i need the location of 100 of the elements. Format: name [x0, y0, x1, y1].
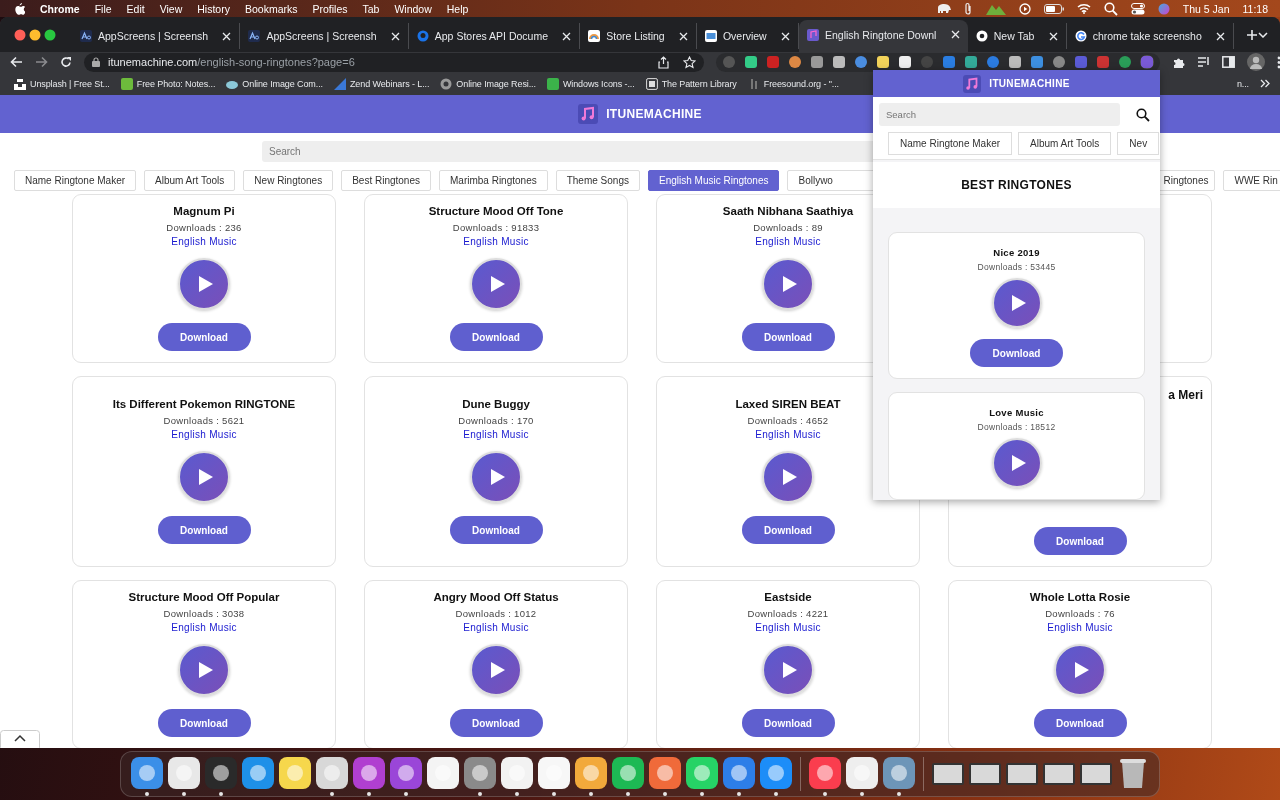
search-field[interactable]: Search	[879, 103, 1120, 126]
play-button[interactable]	[1054, 644, 1106, 696]
bookmark-item[interactable]: n...	[1236, 78, 1249, 89]
app-icon[interactable]	[241, 756, 275, 790]
download-button[interactable]: Download	[449, 323, 543, 351]
site-logo[interactable]: ITUNEMACHINE	[606, 107, 702, 121]
extension-icon[interactable]	[876, 55, 890, 69]
browser-tab[interactable]: Store Listing	[580, 23, 697, 49]
date-text[interactable]: Thu 5 Jan	[1182, 2, 1230, 15]
window-control-icon[interactable]	[29, 28, 41, 41]
elephant-icon[interactable]	[935, 2, 952, 15]
address-bar[interactable]: itunemachine.com/english-song-ringtones?page=6	[84, 52, 704, 72]
nav-button[interactable]: Album Art Tools	[1018, 132, 1112, 155]
close-icon[interactable]	[390, 31, 400, 41]
category-link[interactable]: English Music	[755, 236, 821, 247]
side-panel-icon[interactable]	[1222, 56, 1235, 68]
bookmark-item[interactable]: Online Image Resi...	[440, 77, 536, 90]
menu-item[interactable]: View	[159, 2, 183, 15]
download-button[interactable]: Download	[1033, 527, 1127, 555]
category-link[interactable]: English Music	[755, 429, 821, 440]
browser-tab[interactable]: chrome take screensho	[1066, 23, 1235, 49]
play-button[interactable]	[762, 258, 814, 310]
reload-icon[interactable]	[60, 56, 72, 68]
control-center-icon[interactable]	[1130, 2, 1145, 15]
nav-button[interactable]: Marimba Ringtones	[439, 170, 548, 191]
browser-tab[interactable]: Overview	[696, 23, 799, 49]
back-icon[interactable]	[10, 56, 23, 68]
play-circle-icon[interactable]	[1018, 2, 1031, 15]
window-control-icon[interactable]	[14, 28, 26, 41]
app-icon[interactable]	[808, 756, 842, 790]
app-icon[interactable]	[426, 756, 460, 790]
more-bookmarks-icon[interactable]	[1260, 79, 1270, 88]
bookmark-item[interactable]: Freesound.org - "...	[747, 77, 839, 90]
download-button[interactable]: Download	[1033, 709, 1127, 737]
app-icon[interactable]	[722, 756, 756, 790]
browser-tab[interactable]: AppScreens | Screensh	[72, 23, 241, 49]
menu-item[interactable]: File	[94, 2, 112, 15]
app-icon[interactable]	[278, 756, 312, 790]
play-button[interactable]	[470, 451, 522, 503]
category-link[interactable]: English Music	[463, 622, 529, 633]
nav-button[interactable]: Name Ringtone Maker	[888, 132, 1013, 155]
wifi-icon[interactable]	[1076, 3, 1091, 14]
extension-icon[interactable]	[788, 55, 802, 69]
app-icon[interactable]	[845, 756, 879, 790]
app-icon[interactable]	[759, 756, 793, 790]
nav-button[interactable]: Nev	[1117, 132, 1160, 155]
close-icon[interactable]	[222, 31, 232, 41]
browser-tab[interactable]: AppScreens | Screensh	[240, 23, 409, 49]
app-icon[interactable]	[130, 756, 164, 790]
download-button[interactable]: Download	[741, 323, 835, 351]
close-icon[interactable]	[1048, 31, 1058, 41]
extension-icon[interactable]	[898, 55, 912, 69]
extension-icon[interactable]	[832, 55, 846, 69]
chevron-down-icon[interactable]	[1258, 31, 1269, 38]
close-icon[interactable]	[950, 30, 960, 39]
download-button[interactable]: Download	[157, 709, 251, 737]
time-text[interactable]: 11:18	[1242, 2, 1268, 15]
download-button[interactable]: Download	[970, 339, 1063, 367]
browser-tab[interactable]: App Stores API Docume	[408, 23, 581, 49]
app-icon[interactable]	[574, 756, 608, 790]
bookmark-item[interactable]: Online Image Com...	[226, 77, 323, 90]
window-control-icon[interactable]	[44, 28, 56, 41]
bookmark-item[interactable]: The Pattern Library	[645, 77, 737, 90]
nav-button[interactable]: English Music Ringtones	[647, 170, 780, 191]
site-logo[interactable]: ITUNEMACHINE	[989, 78, 1070, 89]
search-icon[interactable]	[1103, 1, 1118, 16]
share-icon[interactable]	[658, 55, 669, 69]
category-link[interactable]: English Music	[171, 622, 237, 633]
search-icon[interactable]	[1136, 107, 1150, 122]
category-link[interactable]: English Music	[171, 429, 237, 440]
download-button[interactable]: Download	[449, 516, 543, 544]
play-button[interactable]	[991, 438, 1042, 488]
category-link[interactable]: English Music	[463, 236, 529, 247]
download-button[interactable]: Download	[741, 709, 835, 737]
app-icon[interactable]	[352, 756, 386, 790]
close-icon[interactable]	[780, 31, 790, 41]
menu-item[interactable]: Tab	[362, 2, 380, 15]
bookmark-item[interactable]: Windows Icons -...	[546, 77, 635, 90]
new-tab-icon[interactable]	[1246, 28, 1259, 41]
app-icon[interactable]	[315, 756, 349, 790]
menu-item[interactable]: Window	[394, 2, 432, 15]
avatar-icon[interactable]	[1247, 53, 1265, 71]
menu-item[interactable]: Edit	[126, 2, 145, 15]
play-button[interactable]	[470, 644, 522, 696]
close-icon[interactable]	[1216, 31, 1226, 41]
scroll-top-button[interactable]	[0, 730, 40, 748]
play-button[interactable]	[991, 278, 1042, 328]
menu-item[interactable]: History	[197, 2, 230, 15]
download-button[interactable]: Download	[449, 709, 543, 737]
menu-item[interactable]: Profiles	[312, 2, 348, 15]
battery-icon[interactable]	[1043, 3, 1064, 14]
menu-item[interactable]: Help	[446, 2, 469, 15]
browser-tab[interactable]: English Ringtone Downl	[798, 20, 968, 52]
app-icon[interactable]	[389, 756, 423, 790]
app-icon[interactable]	[204, 756, 238, 790]
extension-icon[interactable]	[1008, 55, 1022, 69]
star-icon[interactable]	[683, 55, 696, 69]
close-icon[interactable]	[678, 31, 688, 41]
close-icon[interactable]	[562, 31, 572, 41]
bookmark-item[interactable]: Unsplash | Free St...	[14, 77, 110, 90]
